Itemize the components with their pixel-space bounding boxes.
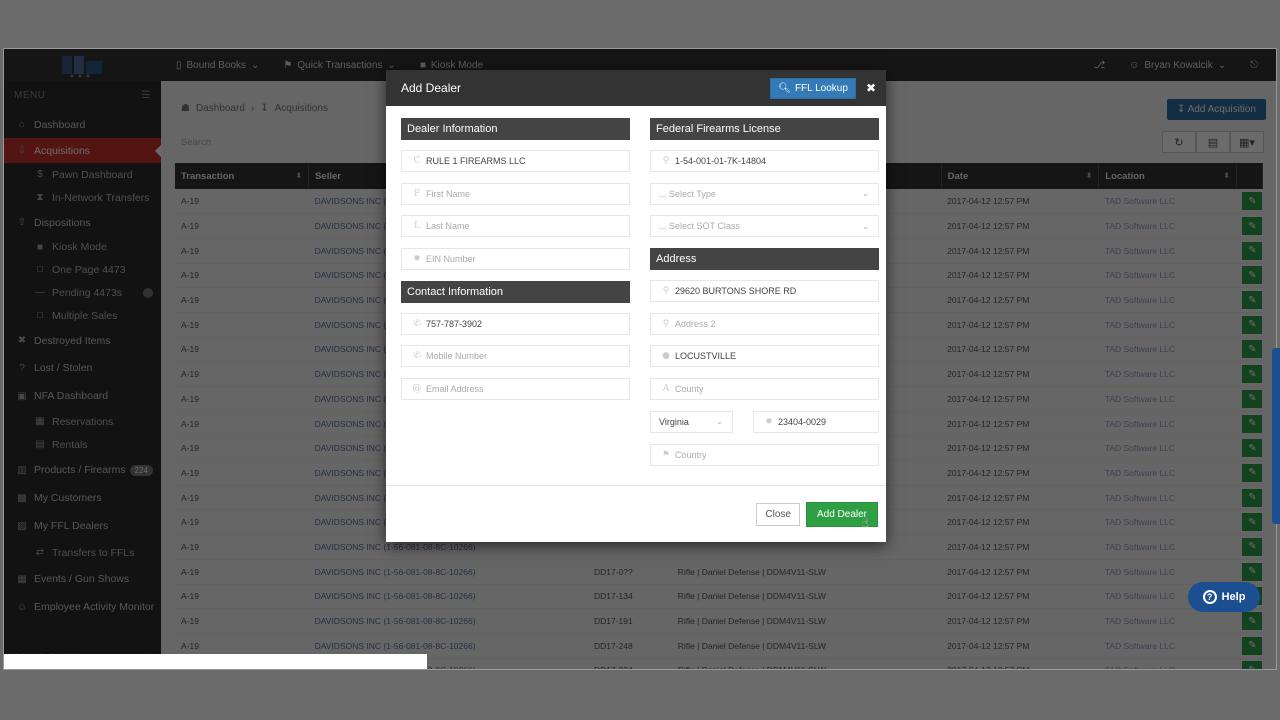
phone-value: 757-787-3902 [426, 318, 483, 329]
company-field[interactable]: C RULE 1 FIREARMS LLC [401, 150, 630, 172]
at-icon: @ [412, 384, 422, 395]
flag-icon: ⚑ [661, 449, 671, 460]
state-value: Virginia [659, 416, 689, 427]
sot-class-select[interactable]: ... Select SOT Class ⌄ [650, 215, 879, 238]
hand-cursor-icon: ☝ [861, 515, 869, 530]
ffl-number-field[interactable]: ⚲ 1-54-001-01-7K-14804 [650, 150, 879, 172]
signpost-icon: ⚲ [662, 318, 670, 329]
zip-value: 23404-0029 [778, 416, 827, 427]
city-field[interactable]: ● LOCUSTVILLE [650, 345, 879, 368]
city-value: LOCUSTVILLE [675, 351, 737, 362]
sot-class-placeholder: ... Select SOT Class [659, 221, 740, 232]
chevron-down-icon: ⌄ [862, 189, 869, 199]
ein-placeholder: EIN Number [426, 254, 476, 265]
letterbox-top [0, 0, 1280, 48]
help-label: Help [1221, 591, 1246, 603]
mobile-placeholder: Mobile Number [426, 351, 488, 362]
ffl-lookup-label: FFL Lookup [794, 82, 848, 94]
county-icon: A [662, 384, 670, 395]
email-placeholder: Email Address [426, 384, 484, 395]
last-name-placeholder: Last Name [426, 221, 470, 232]
map-marker-icon: ● [662, 351, 670, 362]
first-name-placeholder: First Name [426, 188, 471, 199]
chevron-down-icon: ⌄ [716, 417, 723, 427]
company-value: RULE 1 FIREARMS LLC [426, 156, 526, 166]
country-placeholder: Country [675, 449, 707, 460]
modal-body: Dealer Information C RULE 1 FIREARMS LLC … [386, 106, 886, 486]
company-icon: C [413, 156, 421, 166]
ffl-heading: Federal Firearms License [650, 118, 879, 140]
chevron-down-icon: ⌄ [862, 221, 869, 231]
license-type-placeholder: ... Select Type [659, 188, 716, 199]
modal-title: Add Dealer [401, 81, 462, 95]
key-icon: ⚲ [662, 156, 670, 166]
close-icon[interactable]: ✖ [866, 81, 876, 95]
add-dealer-modal: Add Dealer 🔍︎ FFL Lookup ✖ Dealer Inform… [386, 70, 886, 542]
add-dealer-button[interactable]: Add Dealer ☝ [805, 501, 878, 530]
certificate-icon: ✹ [413, 254, 421, 265]
modal-header: Add Dealer 🔍︎ FFL Lookup ✖ [386, 70, 886, 106]
dealer-info-heading: Dealer Information [401, 118, 630, 140]
zip-field[interactable]: ✹ 23404-0029 [753, 410, 879, 433]
phone-field[interactable]: ✆ 757-787-3902 [401, 312, 630, 335]
add-dealer-label: Add Dealer [816, 508, 867, 520]
letterbox-bottom [0, 670, 1280, 720]
state-select[interactable]: Virginia ⌄ [650, 410, 733, 433]
ffl-number-value: 1-54-001-01-7K-14804 [675, 156, 767, 166]
right-column: Federal Firearms License ⚲ 1-54-001-01-7K… [650, 118, 879, 476]
phone-icon: ✆ [413, 351, 421, 362]
address2-placeholder: Address 2 [675, 318, 716, 329]
last-name-icon: L [414, 221, 420, 232]
status-strip [4, 654, 427, 669]
modal-footer: Close Add Dealer ☝ [386, 486, 886, 542]
address-heading: Address [650, 248, 879, 271]
first-name-field[interactable]: F First Name [401, 182, 630, 205]
county-field[interactable]: A County [650, 378, 879, 401]
feedback-tab[interactable] [1272, 348, 1280, 524]
ein-field[interactable]: ✹ EIN Number [401, 248, 630, 271]
last-name-field[interactable]: L Last Name [401, 215, 630, 238]
mobile-field[interactable]: ✆ Mobile Number [401, 345, 630, 368]
help-button[interactable]: ? Help [1188, 582, 1260, 612]
left-column: Dealer Information C RULE 1 FIREARMS LLC … [401, 118, 630, 411]
county-placeholder: County [675, 384, 704, 395]
question-icon: ? [1202, 590, 1217, 604]
address1-field[interactable]: ⚲ 29620 BURTONS SHORE RD [650, 280, 879, 303]
close-button[interactable]: Close [756, 502, 800, 526]
address2-field[interactable]: ⚲ Address 2 [650, 312, 879, 335]
certificate-icon: ✹ [765, 416, 773, 427]
ffl-lookup-button[interactable]: 🔍︎ FFL Lookup [770, 77, 856, 99]
first-name-icon: F [413, 188, 421, 199]
country-field[interactable]: ⚑ Country [650, 443, 879, 466]
signpost-icon: ⚲ [662, 286, 670, 297]
address1-value: 29620 BURTONS SHORE RD [675, 286, 797, 297]
contact-info-heading: Contact Information [401, 280, 630, 303]
email-field[interactable]: @ Email Address [401, 378, 630, 401]
search-icon: 🔍︎ [778, 82, 791, 94]
phone-icon: ✆ [413, 318, 421, 329]
license-type-select[interactable]: ... Select Type ⌄ [650, 182, 879, 205]
